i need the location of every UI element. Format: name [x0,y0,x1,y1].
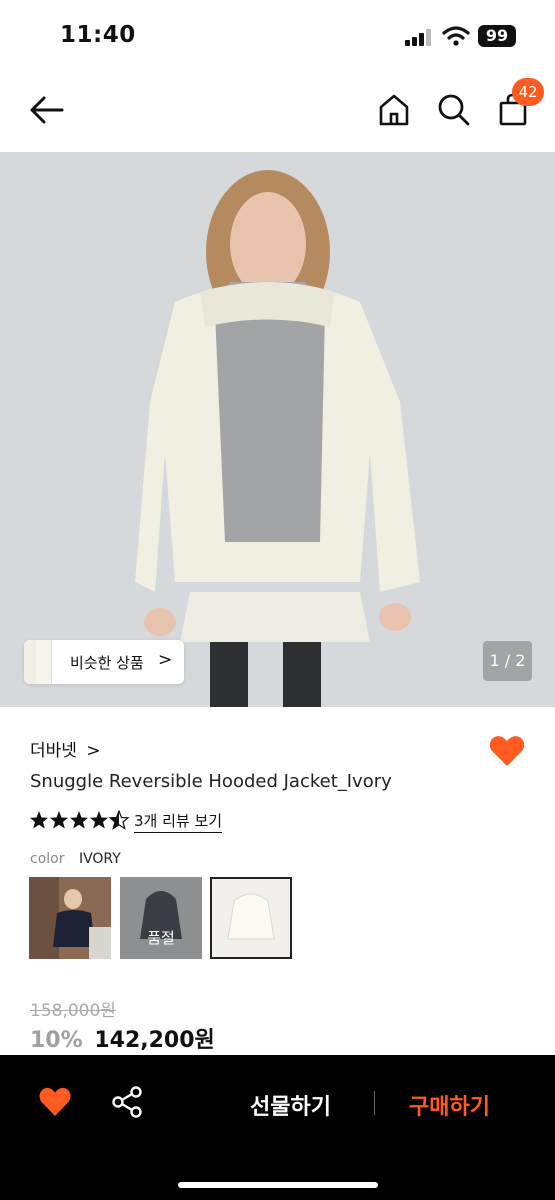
status-time: 11:40 [60,22,136,48]
star-icon [90,811,108,829]
sale-price: 142,200원 [94,1028,215,1053]
color-swatch[interactable] [29,877,111,959]
similar-items-button[interactable]: 비슷한 상품 > [24,640,184,684]
price-row: 10% 142,200원 [30,1022,215,1054]
share-icon[interactable] [110,1085,144,1119]
color-value: IVORY [78,851,121,867]
heart-icon[interactable] [488,734,526,768]
wifi-icon [442,26,470,46]
battery-icon: 99 [478,25,516,47]
similar-thumb [36,640,52,684]
back-arrow-icon[interactable] [24,92,66,128]
color-swatch-soldout[interactable]: 품절 [120,877,202,959]
bottom-action-bar: 선물하기 구매하기 [0,1055,555,1200]
buy-button[interactable]: 구매하기 [409,1089,490,1121]
signal-icon [405,28,435,46]
color-row: color IVORY [30,851,121,867]
image-page-indicator: 1 / 2 [483,641,532,681]
gift-button[interactable]: 선물하기 [250,1089,331,1121]
review-link[interactable]: 3개 리뷰 보기 [134,810,223,833]
divider [374,1091,375,1115]
similar-items-label: 비슷한 상품 [70,654,144,672]
brand-name: 더바넷 [30,741,77,761]
discount-rate: 10% [30,1028,83,1053]
product-photo [0,152,555,707]
soldout-label: 품절 [147,929,175,947]
original-price: 158,000원 [30,1001,116,1021]
home-icon[interactable] [376,92,412,128]
chevron-right-icon: > [158,650,173,670]
home-indicator [178,1182,378,1188]
heart-icon[interactable] [38,1086,72,1118]
search-icon[interactable] [436,92,472,128]
cart-count-badge: 42 [512,78,544,106]
star-icon [70,811,88,829]
brand-link[interactable]: 더바넷 > [30,736,101,761]
chevron-right-icon: > [86,741,101,761]
rating-stars [30,810,130,830]
product-image[interactable] [0,152,555,707]
star-icon [50,811,68,829]
star-icon [30,811,48,829]
color-label: color [30,851,65,867]
top-nav [0,72,555,152]
color-swatch-selected[interactable] [210,877,292,959]
status-bar: 11:40 99 [0,0,555,72]
product-name: Snuggle Reversible Hooded Jacket_Ivory [30,771,392,792]
